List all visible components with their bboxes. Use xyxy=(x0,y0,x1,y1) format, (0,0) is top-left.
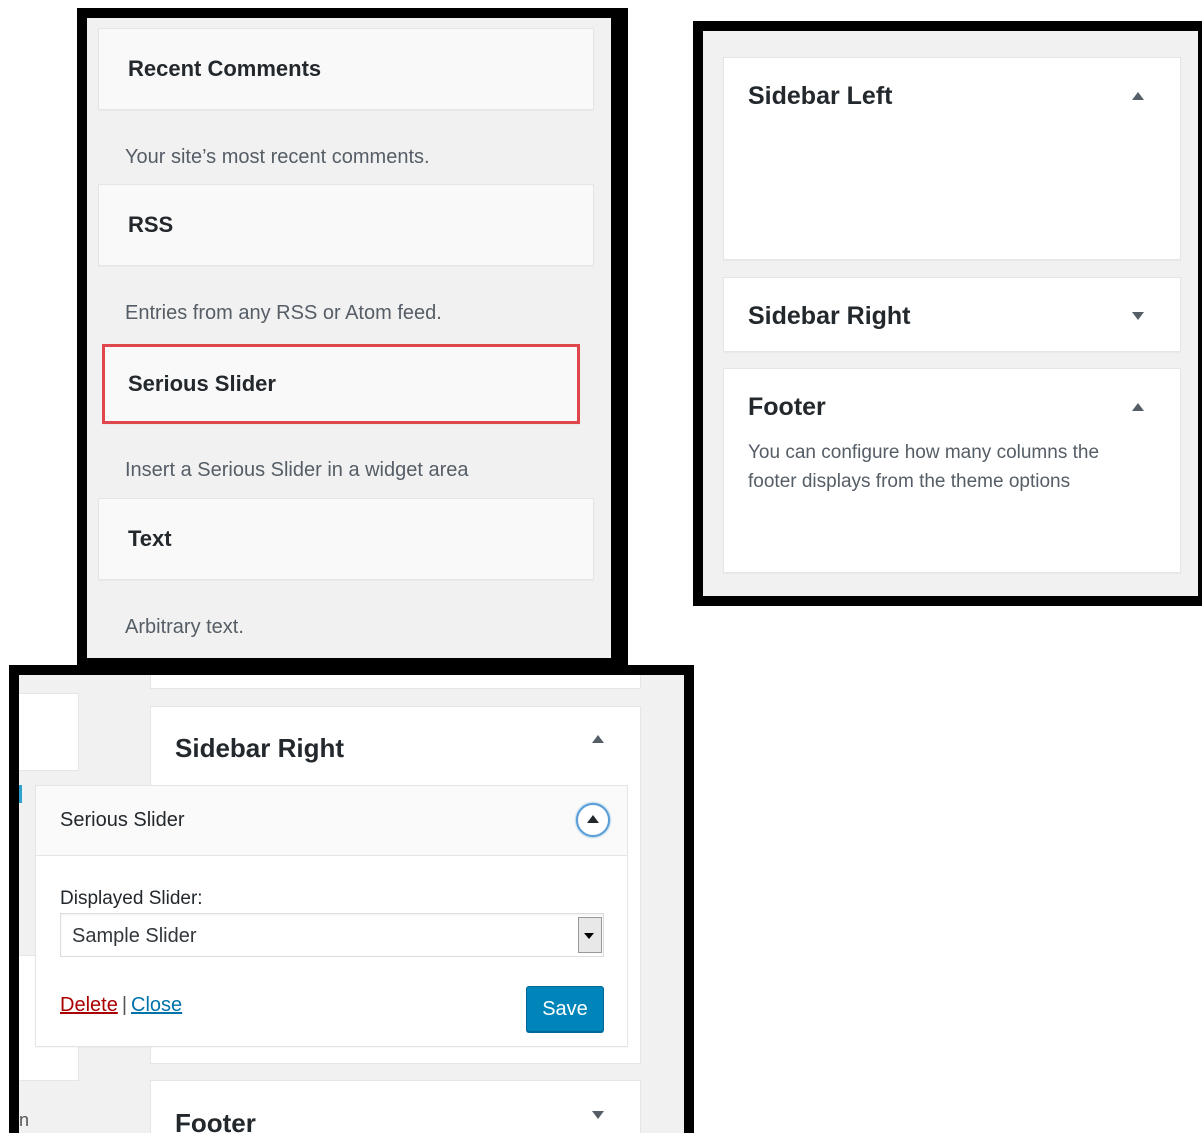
displayed-slider-select[interactable]: Sample Slider xyxy=(60,913,604,957)
sidebar-right-area[interactable]: Sidebar Right xyxy=(723,277,1181,352)
widget-title-label: Recent Comments xyxy=(128,56,322,81)
displayed-slider-label: Displayed Slider: xyxy=(60,888,203,909)
widget-serious-slider[interactable]: Serious Slider xyxy=(102,344,580,424)
widget-header[interactable]: Serious Slider xyxy=(36,786,627,856)
background-widget-box xyxy=(19,693,79,771)
widget-title-label: Text xyxy=(128,526,172,551)
edge-indicator xyxy=(19,785,22,803)
edge-text: n xyxy=(19,1110,30,1130)
collapse-arrow-icon[interactable] xyxy=(1132,92,1144,100)
widget-areas-panel: Sidebar Left Sidebar Right Footer You ca… xyxy=(693,21,1202,606)
area-title: Sidebar Right xyxy=(175,733,345,763)
close-link[interactable]: Close xyxy=(131,994,182,1016)
widget-title-label: Serious Slider xyxy=(128,371,276,396)
widget-actions: Delete | Close xyxy=(60,994,182,1017)
widget-rss[interactable]: RSS xyxy=(98,184,594,266)
widget-recent-comments[interactable]: Recent Comments xyxy=(98,28,594,110)
collapse-arrow-icon xyxy=(587,815,599,823)
area-title: Sidebar Left xyxy=(748,82,893,110)
area-title: Footer xyxy=(748,393,826,421)
available-widgets-list: Recent Comments Your site’s most recent … xyxy=(87,18,611,658)
dropdown-arrow-icon xyxy=(584,933,594,939)
expand-arrow-icon[interactable] xyxy=(592,1111,604,1119)
footer-area[interactable]: Footer You can configure how many column… xyxy=(723,368,1181,573)
widget-description: Entries from any RSS or Atom feed. xyxy=(125,302,442,324)
collapse-arrow-icon[interactable] xyxy=(1132,403,1144,411)
widget-title: Serious Slider xyxy=(60,809,185,831)
widget-form-view: Sidebar Right Serious Slider Displayed S… xyxy=(19,675,684,1133)
widget-areas-list: Sidebar Left Sidebar Right Footer You ca… xyxy=(703,31,1198,596)
widget-toggle-button[interactable] xyxy=(576,803,610,837)
widget-title-label: RSS xyxy=(128,212,174,237)
sidebar-left-area[interactable]: Sidebar Left xyxy=(723,57,1181,260)
selected-slider-value: Sample Slider xyxy=(72,925,197,947)
expand-arrow-icon[interactable] xyxy=(1132,312,1144,320)
area-title: Sidebar Right xyxy=(748,302,911,330)
widget-description: Insert a Serious Slider in a widget area xyxy=(125,459,469,481)
collapse-arrow-icon[interactable] xyxy=(592,735,604,743)
widget-description: Your site’s most recent comments. xyxy=(125,146,430,168)
dropdown-button[interactable] xyxy=(578,917,602,953)
widget-description: Arbitrary text. xyxy=(125,616,244,638)
area-title: Footer xyxy=(175,1108,256,1133)
delete-link[interactable]: Delete xyxy=(60,994,118,1016)
widget-text[interactable]: Text xyxy=(98,498,594,580)
widget-form-panel: Sidebar Right Serious Slider Displayed S… xyxy=(9,665,694,1133)
available-widgets-panel: Recent Comments Your site’s most recent … xyxy=(77,8,628,668)
link-separator: | xyxy=(121,994,128,1016)
save-button[interactable]: Save xyxy=(526,986,604,1032)
background-area-box xyxy=(150,675,641,689)
area-description: You can configure how many columns the f… xyxy=(748,442,1100,492)
serious-slider-widget: Serious Slider Displayed Slider: Sample … xyxy=(35,785,628,1047)
